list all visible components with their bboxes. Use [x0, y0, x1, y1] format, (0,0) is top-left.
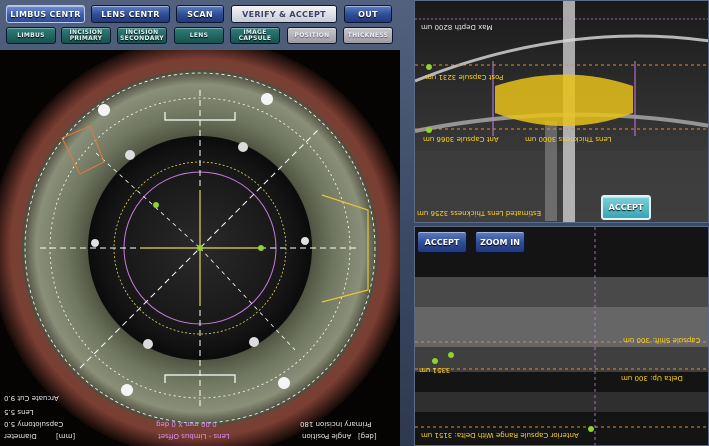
lens-offset-marker[interactable]: [258, 245, 264, 251]
step-incision-secondary[interactable]: INCISION SECONDARY: [117, 27, 167, 44]
out-button[interactable]: OUT: [344, 5, 392, 23]
step-thickness[interactable]: THICKNESS: [343, 27, 393, 44]
capsule-shift-label: Capsule Shift: 300 um: [623, 336, 701, 344]
reflection: [98, 104, 110, 116]
accept-lens-button[interactable]: ACCEPT: [601, 195, 651, 220]
lens-limbus-offset-label: Lens - Limbus Offset: [158, 432, 230, 440]
post-capsule-label: Post Capsule 3231 um: [425, 73, 504, 81]
center-marker[interactable]: [197, 245, 203, 251]
step-line2: PRIMARY: [69, 34, 103, 42]
step-limbus-line1: LIMBUS: [17, 31, 45, 39]
ant-capsule-label: Ant Capsule 3066 um: [423, 135, 499, 143]
step-incision-primary[interactable]: INCISION PRIMARY: [61, 27, 111, 44]
estimated-lens-thickness-label: Estimated Lens Thickness 3256 um: [417, 209, 542, 217]
eye-camera-view[interactable]: Diameter [mm] Capsulotomy 5.0 Lens 5.5 A…: [0, 50, 400, 446]
lens-readout: Lens 5.5: [4, 408, 34, 416]
diameter-label: Diameter: [4, 432, 37, 440]
reflection: [249, 337, 259, 347]
anterior-capsule-range-label: Anterior Capsule Range With Delta: 3151 …: [421, 431, 579, 439]
reflection: [278, 377, 290, 389]
step-line1: LENS: [189, 31, 209, 39]
max-depth-label: Max Depth 8200 um: [421, 23, 493, 31]
primary-incision-readout: Primary Incision 180: [300, 420, 372, 428]
scan-button[interactable]: SCAN: [176, 5, 224, 23]
reflection: [91, 239, 99, 247]
step-position[interactable]: POSITION: [287, 27, 337, 44]
arcuate-cut-readout: Arcuate Cut 9.0: [4, 394, 59, 402]
lens-region: [495, 74, 633, 126]
reflection: [125, 150, 135, 160]
oct-capsule-scan[interactable]: ACCEPT ZOOM IN 3351 um Capsule Shift: 30…: [414, 226, 709, 446]
zoom-in-button[interactable]: ZOOM IN: [475, 231, 525, 253]
step-lens[interactable]: LENS: [174, 27, 224, 44]
delta-up-label: Delta Up: 300 um: [621, 374, 683, 382]
reflection: [121, 384, 133, 396]
oct-lens-image: [415, 1, 708, 222]
capsulotomy-readout: Capsulotomy 5.0: [4, 420, 64, 428]
lens-limbus-offset-value: 0.00 mm X 0 deg: [156, 420, 217, 428]
step-line1: THICKNESS: [347, 31, 389, 39]
accept-capsule-button[interactable]: ACCEPT: [417, 231, 467, 253]
reflection: [238, 142, 248, 152]
diagonal-marker[interactable]: [153, 202, 159, 208]
lens-thickness-short-label: Lens Thickness 3000 um: [525, 135, 612, 143]
oct-lens-scan[interactable]: Max Depth 8200 um Post Capsule 3231 um A…: [414, 0, 709, 223]
step-line2: CAPSULE: [238, 34, 272, 42]
step-line1: POSITION: [294, 31, 330, 39]
eye-overlay: [0, 50, 400, 446]
reflection: [261, 93, 273, 105]
limbus-centr-button[interactable]: LIMBUS CENTR: [6, 5, 85, 23]
app-frame: LIMBUS CENTR LENS CENTR SCAN VERIFY & AC…: [0, 0, 709, 446]
angle-unit: [deg]: [358, 432, 377, 440]
depth-left-label: 3351 um: [419, 366, 451, 374]
step-limbus[interactable]: LIMBUS: [6, 27, 56, 44]
diameter-unit: [mm]: [56, 432, 76, 440]
step-line2: SECONDARY: [120, 34, 164, 42]
reflection: [143, 339, 153, 349]
lens-centr-button[interactable]: LENS CENTR: [91, 5, 170, 23]
reflection: [301, 237, 309, 245]
angle-position-label: Angle Position: [302, 432, 352, 440]
verify-accept-button[interactable]: VERIFY & ACCEPT: [231, 5, 337, 23]
step-image-capsule[interactable]: IMAGE CAPSULE: [230, 27, 280, 44]
